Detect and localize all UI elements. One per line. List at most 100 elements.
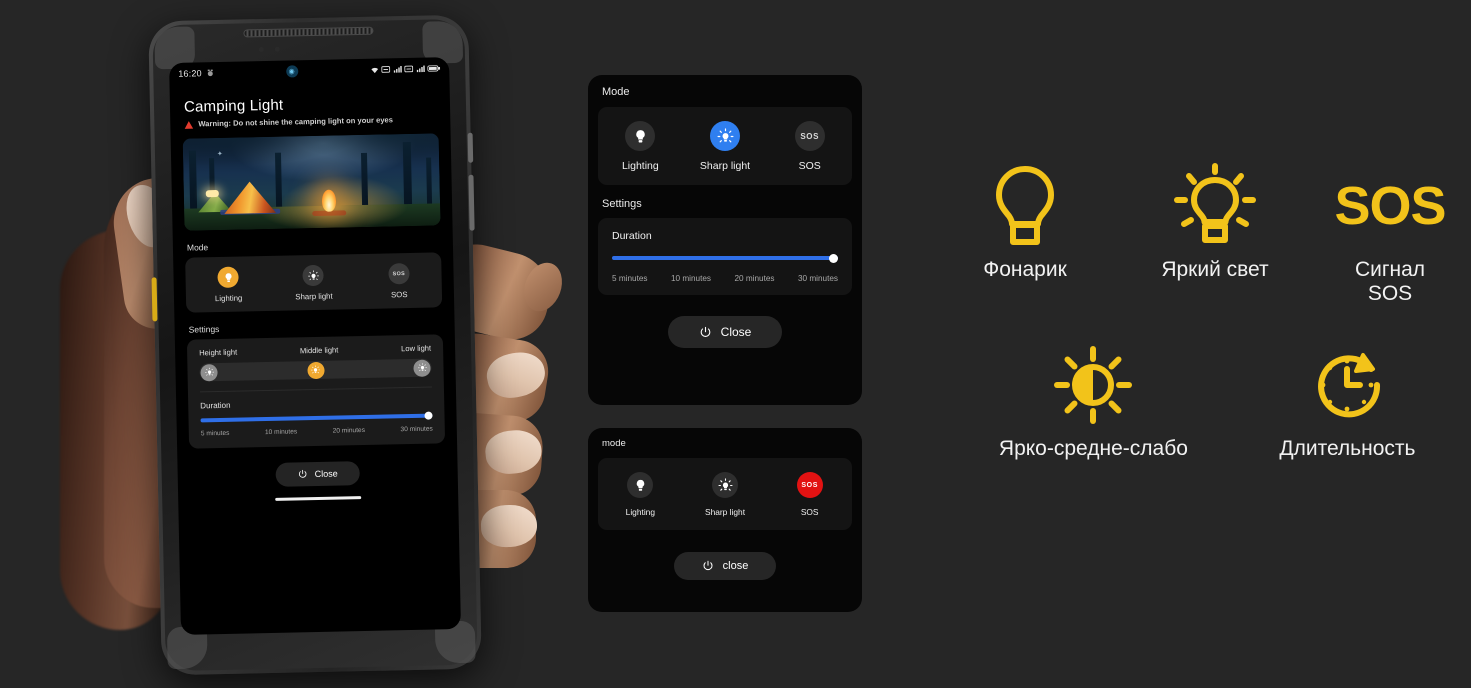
panel-sos: mode Lighting Sharp light SOS SOS close xyxy=(588,428,862,612)
sos-icon[interactable]: SOS xyxy=(796,472,823,498)
panel-duration-slider-fill xyxy=(612,256,838,260)
bulb-icon[interactable] xyxy=(625,121,656,151)
front-sensor xyxy=(274,46,280,52)
sim2-icon xyxy=(404,65,414,73)
sos-glyph: SOS xyxy=(801,481,818,489)
panel-mode-option-sharp-light[interactable]: Sharp light xyxy=(683,121,768,172)
legend-label: Длительность xyxy=(1279,437,1416,461)
brightness-node-middle[interactable] xyxy=(306,361,325,379)
sharp-light-icon[interactable] xyxy=(710,121,740,151)
bulb-icon[interactable] xyxy=(217,266,239,289)
panel-mode-label-text: Sharp light xyxy=(699,160,751,172)
panel-duration-tick: 5 minutes xyxy=(612,274,648,283)
hero-campfire xyxy=(321,189,337,213)
panel-close-button[interactable]: Close xyxy=(667,316,783,348)
sos-icon[interactable]: SOS xyxy=(794,121,825,151)
alarm-icon xyxy=(206,69,214,77)
mode-option-sharp-light[interactable]: Sharp light xyxy=(271,264,357,302)
hero-tree xyxy=(274,152,283,216)
wifi-icon xyxy=(370,66,379,74)
mode-label: Sharp light xyxy=(295,291,333,302)
panel-mode-option-lighting[interactable]: Lighting xyxy=(598,472,683,517)
panel-mode-option-sharp-light[interactable]: Sharp light xyxy=(683,472,768,517)
sos-icon[interactable]: SOS xyxy=(388,263,410,285)
legend-label: Фонарик xyxy=(983,258,1067,281)
hero-tree xyxy=(402,142,413,213)
power-icon xyxy=(702,560,714,572)
panel-close-bar: close xyxy=(588,552,862,580)
panel-mode-option-sos[interactable]: SOS SOS xyxy=(767,472,852,517)
close-button-bar: Close xyxy=(177,459,457,489)
brightness-node-low[interactable] xyxy=(413,359,431,377)
panel-mode-option-sos[interactable]: SOS SOS xyxy=(767,121,852,172)
panel-duration-slider[interactable] xyxy=(612,253,838,263)
panel-duration-tick: 10 minutes xyxy=(670,274,711,283)
panel-close-button[interactable]: close xyxy=(673,552,777,580)
sos-glyph: SOS xyxy=(392,270,406,278)
panel-sharp-light: Mode Lighting Sharp light SOS SOS Settin… xyxy=(588,75,862,405)
close-button-label: Close xyxy=(314,468,338,480)
hero-lantern xyxy=(205,190,219,198)
rugged-phone-device: 16:20 ◉ Camping Light Warning: Do not sh… xyxy=(148,14,482,676)
panel-close-label: Close xyxy=(720,325,752,339)
battery-icon xyxy=(427,64,441,72)
legend-item-bright-light: Яркий свет xyxy=(1120,160,1310,305)
mode-option-sos[interactable]: SOS SOS xyxy=(356,263,442,301)
panel-mode-row: Lighting Sharp light SOS SOS xyxy=(598,107,852,185)
brightness-label-low: Low light xyxy=(401,343,432,354)
brightness-selector[interactable] xyxy=(199,358,432,382)
duration-slider-knob[interactable] xyxy=(424,411,433,420)
power-icon xyxy=(298,469,308,479)
legend-label: Сигнал SOS xyxy=(1354,258,1426,305)
signal2-icon xyxy=(416,65,425,73)
duration-slider[interactable] xyxy=(200,411,433,423)
panel-settings-label: Settings xyxy=(602,198,642,210)
location-pill-icon: ◉ xyxy=(285,65,298,78)
custom-yellow-button[interactable] xyxy=(151,277,158,322)
feature-legend: Фонарик Яркий свет SOS Сигнал SOS Ярко-с… xyxy=(930,160,1470,461)
duration-tick: 5 minutes xyxy=(200,430,230,438)
mode-options-row: Lighting Sharp light SOS SOS xyxy=(185,253,442,313)
duration-tick: 10 minutes xyxy=(264,428,298,437)
duration-label: Duration xyxy=(200,401,231,411)
panel-mode-row: Lighting Sharp light SOS SOS xyxy=(598,458,852,530)
volume-button[interactable] xyxy=(467,132,474,163)
flashlight-bulb-icon xyxy=(986,160,1064,252)
sharp-light-icon[interactable] xyxy=(302,265,325,287)
brightness-levels-icon xyxy=(1051,339,1135,431)
duration-tick: 30 minutes xyxy=(400,425,433,434)
legend-row-1: Фонарик Яркий свет SOS Сигнал SOS xyxy=(930,160,1470,305)
mode-option-lighting[interactable]: Lighting xyxy=(185,266,271,304)
duration-clock-icon xyxy=(1305,339,1389,431)
legend-item-duration: Длительность xyxy=(1225,339,1470,461)
warning-triangle-icon xyxy=(184,121,194,130)
front-camera xyxy=(258,47,264,53)
status-bar-center: ◉ xyxy=(285,65,298,78)
brightness-labels: Height light Middle light Low light xyxy=(199,344,431,358)
panel-mode-label-text: Sharp light xyxy=(704,507,746,517)
status-bar-time: 16:20 xyxy=(178,68,202,79)
warning-text: Warning: Do not shine the camping light … xyxy=(198,115,394,129)
legend-row-2: Ярко-средне-слабо Длительность xyxy=(962,339,1470,461)
hero-tree xyxy=(188,150,198,217)
brightness-label-height: Height light xyxy=(199,347,238,358)
panel-duration-card: Duration 5 minutes 10 minutes 20 minutes… xyxy=(598,218,852,295)
brightness-node-height[interactable] xyxy=(200,363,218,382)
panel-mode-label: mode xyxy=(602,438,626,449)
panel-close-label: close xyxy=(722,560,749,572)
panel-duration-label: Duration xyxy=(612,230,652,242)
panel-mode-option-lighting[interactable]: Lighting xyxy=(598,121,683,172)
panel-duration-slider-knob[interactable] xyxy=(829,253,838,263)
mode-label: SOS xyxy=(390,290,408,300)
home-indicator[interactable] xyxy=(275,496,362,502)
close-button[interactable]: Close xyxy=(275,461,360,488)
earpiece-speaker xyxy=(243,26,374,38)
sim1-icon xyxy=(381,65,391,73)
legend-label: Ярко-средне-слабо xyxy=(998,437,1188,461)
bulb-icon[interactable] xyxy=(627,472,654,498)
camping-light-app: Camping Light Warning: Do not shine the … xyxy=(170,79,459,503)
settings-divider xyxy=(199,386,432,393)
sharp-light-icon[interactable] xyxy=(712,472,738,498)
panel-mode-card: Lighting Sharp light SOS SOS xyxy=(598,107,852,185)
panel-duration-tick: 30 minutes xyxy=(797,274,838,283)
